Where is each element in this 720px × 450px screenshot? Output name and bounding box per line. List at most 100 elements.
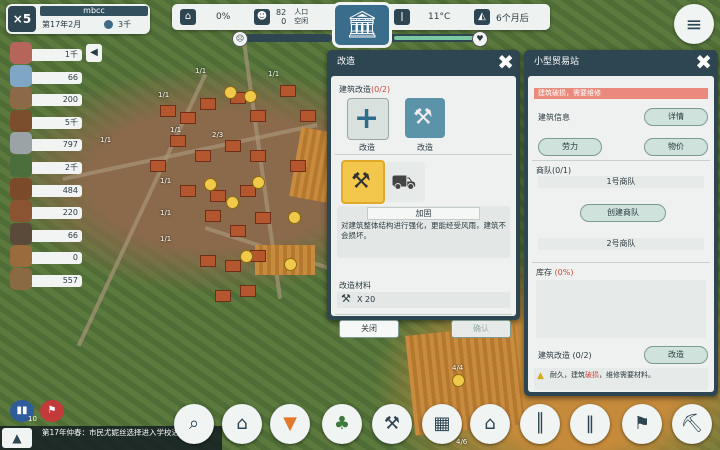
resource-value: 220 bbox=[30, 207, 82, 220]
season-icon: ◭ bbox=[474, 9, 490, 25]
hammer-icon: ⚒ bbox=[413, 105, 433, 130]
map-marker[interactable] bbox=[452, 374, 465, 387]
resource-row[interactable]: 484 bbox=[8, 177, 82, 200]
statistics-button[interactable]: ▮▮ 10 bbox=[10, 400, 37, 423]
resource-row[interactable]: 200 bbox=[8, 87, 82, 110]
alert-button[interactable]: ⚑ bbox=[40, 400, 64, 422]
bank-icon: 🏛 bbox=[345, 10, 379, 40]
map-label: 1/1 bbox=[158, 91, 170, 99]
resource-value: 1千 bbox=[30, 49, 82, 61]
close-modify-panel-button[interactable]: ✖ bbox=[497, 52, 514, 72]
resources-button[interactable]: ♣ bbox=[322, 404, 362, 444]
decor-button[interactable]: ⚑ bbox=[622, 404, 662, 444]
idle-label: 空闲 bbox=[294, 17, 309, 25]
map-marker[interactable] bbox=[252, 176, 265, 189]
roads-button[interactable]: ║ bbox=[520, 404, 560, 444]
map-marker[interactable] bbox=[204, 178, 217, 191]
materials-label: 改造材料 bbox=[339, 281, 371, 290]
map-label: 2/3 bbox=[212, 131, 224, 139]
create-caravan-button[interactable]: 创建商队 bbox=[580, 204, 666, 222]
carrot-icon: ▼ bbox=[283, 413, 297, 434]
resource-value: 557 bbox=[30, 275, 82, 287]
search-icon: ⌕ bbox=[188, 413, 200, 434]
fur-icon bbox=[10, 87, 32, 110]
trade-panel-title: 小型贸易站 bbox=[534, 57, 580, 67]
temperature-value: 11°C bbox=[428, 12, 451, 22]
caravan-2-row[interactable]: 2号商队 bbox=[538, 238, 704, 250]
fish-icon bbox=[10, 64, 32, 87]
wheelbarrow-option[interactable]: ⛟ bbox=[385, 162, 425, 202]
coat-icon bbox=[10, 200, 32, 223]
map-marker[interactable] bbox=[284, 258, 297, 271]
close-trade-panel-button[interactable]: ✖ bbox=[695, 52, 712, 72]
expand-news-button[interactable]: ▲ bbox=[2, 428, 32, 448]
housing-button[interactable]: ⌂ bbox=[222, 404, 262, 444]
player-info: ×5 mbcc 第17年2月 3千 bbox=[6, 4, 150, 34]
details-button[interactable]: 详情 bbox=[644, 108, 708, 126]
happiness-display[interactable]: ⌂ 0% bbox=[180, 7, 230, 27]
collapse-resources-button[interactable]: ◀ bbox=[86, 44, 102, 62]
town-hall-button[interactable]: 🏛 bbox=[332, 2, 392, 48]
repair-note-end: ，维修需要材料。 bbox=[599, 371, 655, 379]
log-icon bbox=[10, 109, 32, 132]
plus-icon: + bbox=[354, 101, 380, 136]
hammer-material-icon: ⚒ bbox=[341, 292, 351, 305]
map-marker[interactable] bbox=[226, 196, 239, 209]
map-marker[interactable] bbox=[288, 211, 301, 224]
demolish-button[interactable]: ⛏ bbox=[672, 404, 712, 444]
axe-icon: ⚒ bbox=[383, 413, 401, 434]
map-label: 1/1 bbox=[170, 126, 182, 134]
resource-row[interactable]: 2千 bbox=[8, 155, 82, 177]
temperature-display[interactable]: ǀ 11°C bbox=[394, 7, 450, 27]
fences-button[interactable]: ‖ bbox=[570, 404, 610, 444]
reinforce-option[interactable]: ⚒ bbox=[341, 160, 385, 204]
reinforce-info: 加固 对建筑整体结构进行强化，更能经受风雨，建筑不会损坏。 bbox=[337, 206, 510, 258]
resource-row[interactable]: 66 bbox=[8, 222, 82, 245]
resource-value: 484 bbox=[30, 184, 82, 197]
search-button[interactable]: ⌕ bbox=[174, 404, 214, 444]
close-button[interactable]: 关闭 bbox=[339, 320, 399, 338]
modify-button[interactable]: 改造 bbox=[644, 346, 708, 364]
main-menu-button[interactable]: ≡ bbox=[674, 4, 714, 44]
prices-button[interactable]: 物价 bbox=[644, 138, 708, 156]
resource-row[interactable]: 0 bbox=[8, 245, 82, 268]
road-icon: ║ bbox=[534, 413, 546, 434]
civic-button[interactable]: ⌂ bbox=[470, 404, 510, 444]
services-button[interactable]: ▦ bbox=[422, 404, 462, 444]
game-speed-button[interactable]: ×5 bbox=[8, 6, 36, 32]
labor-button[interactable]: 劳力 bbox=[538, 138, 602, 156]
resource-row[interactable]: 66 bbox=[8, 64, 82, 87]
season-display[interactable]: ◭ 6个月后 bbox=[474, 7, 529, 27]
fence-icon: ‖ bbox=[585, 413, 595, 434]
population-display[interactable]: ☻ 82 0 人口 空闲 bbox=[254, 7, 308, 27]
modify-slot-hammer[interactable]: ⚒ bbox=[405, 98, 445, 138]
resource-row[interactable]: 5千 bbox=[8, 109, 82, 132]
reinforce-title: 加固 bbox=[367, 207, 480, 220]
bank-icon: ⌂ bbox=[484, 413, 496, 434]
happiness-value: 0% bbox=[216, 12, 231, 22]
resource-row[interactable]: 1千 bbox=[8, 42, 82, 64]
tool-icon bbox=[10, 222, 32, 245]
slot2-label: 改造 bbox=[417, 143, 433, 152]
caravan-1-row[interactable]: 1号商队 bbox=[538, 176, 704, 188]
food-button[interactable]: ▼ bbox=[270, 404, 310, 444]
tools-button[interactable]: ⚒ bbox=[372, 404, 412, 444]
resource-row[interactable]: 797 bbox=[8, 132, 82, 155]
wheelbarrow-icon: ⛟ bbox=[391, 170, 417, 194]
modify-slot-add[interactable]: + bbox=[347, 98, 389, 140]
material-amount: X 20 bbox=[357, 295, 376, 304]
player-name: mbcc bbox=[40, 6, 148, 16]
happiness-bar: ☹ bbox=[232, 31, 332, 47]
resource-value: 0 bbox=[30, 252, 82, 265]
storage-area bbox=[536, 280, 706, 338]
resource-value: 5千 bbox=[30, 116, 82, 129]
building-modify-label: 建筑改造 (0/2) bbox=[538, 351, 592, 360]
confirm-button[interactable]: 确认 bbox=[451, 320, 511, 338]
map-marker[interactable] bbox=[244, 90, 257, 103]
map-marker[interactable] bbox=[224, 86, 237, 99]
resource-row[interactable]: 557 bbox=[8, 268, 82, 290]
resource-row[interactable]: 220 bbox=[8, 200, 82, 223]
map-marker[interactable] bbox=[240, 250, 253, 263]
tree-icon: ♣ bbox=[333, 413, 351, 434]
resource-value: 797 bbox=[30, 139, 82, 152]
